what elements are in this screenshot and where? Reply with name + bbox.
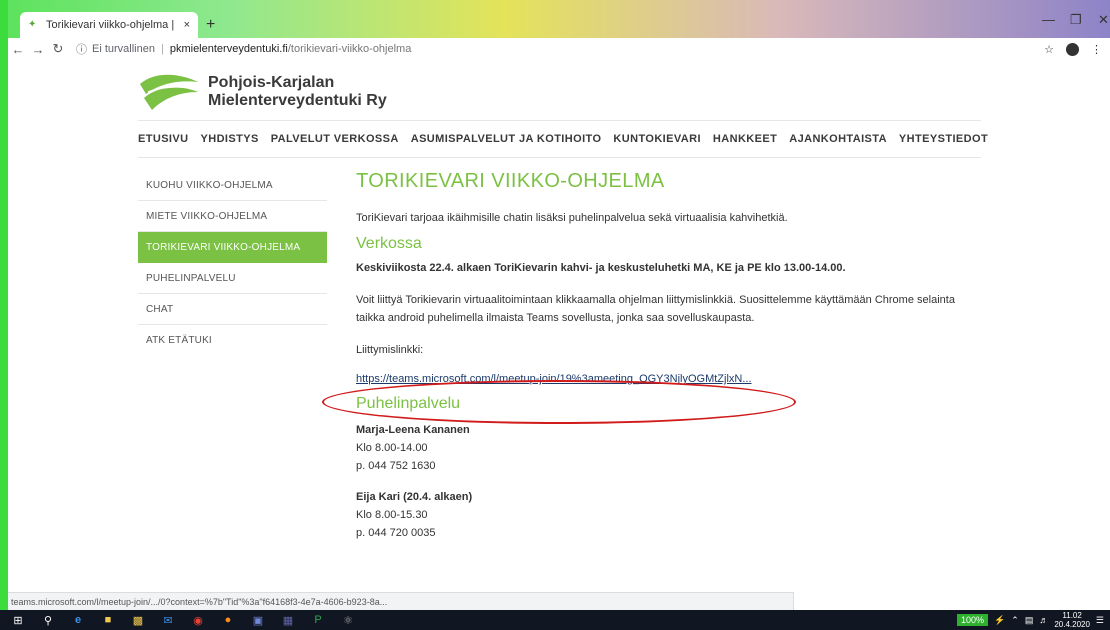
sidebar: KUOHU VIIKKO-OHJELMA MIETE VIIKKO-OHJELM… [138, 170, 327, 356]
page-title: TORIKIEVARI VIIKKO-OHJELMA [356, 170, 665, 192]
power-icon[interactable]: ⚡ [994, 615, 1005, 626]
bookmark-star-icon[interactable]: ☆ [1044, 43, 1054, 56]
join-link-label: Liittymislinkki: [356, 344, 424, 356]
windows-taskbar: ⊞ ⚲ e ■ ▩ ✉ ◉ ● ▣ ▦ P ⚛ 100% ⚡ ⌃ ▤ ♬ 11.… [0, 610, 1110, 630]
sidebar-item-chat[interactable]: CHAT [138, 294, 327, 325]
sidebar-item-puhelinpalvelu[interactable]: PUHELINPALVELU [138, 263, 327, 294]
sidebar-item-atk-etatuki[interactable]: ATK ETÄTUKI [138, 325, 327, 356]
nav-item-asumispalvelut[interactable]: ASUMISPALVELUT JA KOTIHOITO [411, 133, 602, 145]
browser-toolbar: ← → ↻ ⓘ Ei turvallinen | pkmielenterveyd… [8, 38, 1110, 60]
mail-icon[interactable]: ✉ [160, 613, 176, 627]
browser-tab[interactable]: ✦ Torikievari viikko-ohjelma | Pohjo × [20, 12, 198, 38]
file-explorer-icon[interactable]: ■ [100, 613, 116, 627]
logo-line1: Pohjois-Karjalan [208, 74, 335, 91]
contact2-name: Eija Kari (20.4. alkaen) [356, 491, 473, 503]
firefox-icon[interactable]: ● [220, 613, 236, 627]
site-logo[interactable]: Pohjois-Karjalan Mielenterveydentuki Ry [138, 72, 387, 112]
tab-close-button[interactable]: × [184, 19, 190, 31]
reload-button[interactable]: ↻ [48, 41, 68, 57]
web-page: Pohjois-Karjalan Mielenterveydentuki Ry … [8, 60, 1110, 610]
nav-item-palvelut-verkossa[interactable]: PALVELUT VERKOSSA [271, 133, 399, 145]
teams-icon[interactable]: ▦ [280, 613, 296, 627]
sidebar-item-torikievari[interactable]: TORIKIEVARI VIIKKO-OHJELMA [138, 232, 327, 263]
close-window-button[interactable]: ✕ [1098, 12, 1109, 28]
sidebar-item-kuohu[interactable]: KUOHU VIIKKO-OHJELMA [138, 170, 327, 201]
notifications-icon[interactable]: ☰ [1096, 615, 1104, 626]
discord-icon[interactable]: ▣ [250, 613, 266, 627]
screen: ✦ Torikievari viikko-ohjelma | Pohjo × +… [0, 0, 1110, 630]
volume-icon[interactable]: ♬ [1039, 615, 1048, 625]
address-path: /torikievari-viikko-ohjelma [287, 43, 412, 55]
logo-line2: Mielenterveydentuki Ry [208, 92, 387, 109]
nav-item-yhteystiedot[interactable]: YHTEYSTIEDOT [899, 133, 988, 145]
logo-text: Pohjois-Karjalan Mielenterveydentuki Ry [208, 74, 387, 110]
address-host: pkmielenterveydentuki.fi [169, 43, 288, 55]
clock-time: 11.02 [1062, 611, 1082, 620]
status-bar-url: teams.microsoft.com/l/meetup-join/.../0?… [8, 592, 794, 610]
nav-item-hankkeet[interactable]: HANKKEET [713, 133, 777, 145]
teams-meeting-link[interactable]: https://teams.microsoft.com/l/meetup-joi… [356, 373, 986, 385]
security-label: Ei turvallinen [92, 43, 155, 55]
leaf-logo-icon [140, 74, 198, 110]
sidebar-item-miete[interactable]: MIETE VIIKKO-OHJELMA [138, 201, 327, 232]
nav-item-ajankohtaista[interactable]: AJANKOHTAISTA [789, 133, 887, 145]
system-tray: 100% ⚡ ⌃ ▤ ♬ 11.02 20.4.2020 ☰ [957, 611, 1110, 629]
back-button[interactable]: ← [8, 42, 28, 57]
network-icon[interactable]: ▤ [1025, 615, 1034, 626]
battery-indicator[interactable]: 100% [957, 614, 989, 626]
section-heading-puhelinpalvelu: Puhelinpalvelu [356, 395, 461, 412]
contact2-phone: p. 044 720 0035 [356, 527, 436, 539]
search-icon[interactable]: ⚲ [40, 613, 56, 627]
contact1-name: Marja-Leena Kananen [356, 424, 470, 436]
schedule-text: Keskiviikosta 22.4. alkaen ToriKievarin … [356, 262, 846, 274]
contact1-hours: Klo 8.00-14.00 [356, 442, 428, 454]
chevron-up-icon[interactable]: ⌃ [1011, 615, 1019, 626]
address-divider: | [160, 43, 164, 55]
intro-text: ToriKievari tarjoaa ikäihmisille chatin … [356, 212, 788, 224]
join-instructions: Voit liittyä Torikievarin virtuaalitoimi… [356, 294, 955, 324]
minimize-window-button[interactable]: — [1042, 12, 1055, 27]
section-heading-verkossa: Verkossa [356, 235, 422, 252]
maximize-window-button[interactable]: ❐ [1070, 12, 1082, 28]
info-icon[interactable]: ⓘ [76, 41, 87, 57]
tab-title: Torikievari viikko-ohjelma | Pohjo [46, 19, 178, 31]
site-favicon-icon: ✦ [28, 19, 37, 30]
main-navigation: ETUSIVU YHDISTYS PALVELUT VERKOSSA ASUMI… [138, 120, 988, 158]
nav-item-kuntokievari[interactable]: KUNTOKIEVARI [613, 133, 701, 145]
address-bar[interactable]: ⓘ Ei turvallinen | pkmielenterveydentuki… [76, 41, 411, 57]
clock-date: 20.4.2020 [1054, 620, 1090, 629]
app-icon[interactable]: ⚛ [340, 613, 356, 627]
desktop-edge [0, 0, 8, 610]
new-tab-button[interactable]: + [206, 16, 215, 34]
contact2-hours: Klo 8.00-15.30 [356, 509, 428, 521]
edge-browser-icon[interactable]: e [70, 613, 86, 627]
windows-start-icon[interactable]: ⊞ [10, 613, 26, 627]
nav-item-etusivu[interactable]: ETUSIVU [138, 133, 188, 145]
menu-icon[interactable]: ⋮ [1091, 43, 1102, 56]
main-content: TORIKIEVARI VIIKKO-OHJELMA ToriKievari t… [356, 170, 986, 542]
contact1-phone: p. 044 752 1630 [356, 460, 436, 472]
forward-button[interactable]: → [28, 42, 48, 57]
nav-item-yhdistys[interactable]: YHDISTYS [200, 133, 258, 145]
chrome-icon[interactable]: ◉ [190, 613, 206, 627]
store-icon[interactable]: ▩ [130, 613, 146, 627]
clock[interactable]: 11.02 20.4.2020 [1054, 611, 1090, 629]
browser-tabbar: ✦ Torikievari viikko-ohjelma | Pohjo × +… [8, 0, 1110, 38]
publisher-icon[interactable]: P [310, 613, 326, 627]
profile-icon[interactable] [1066, 42, 1079, 56]
